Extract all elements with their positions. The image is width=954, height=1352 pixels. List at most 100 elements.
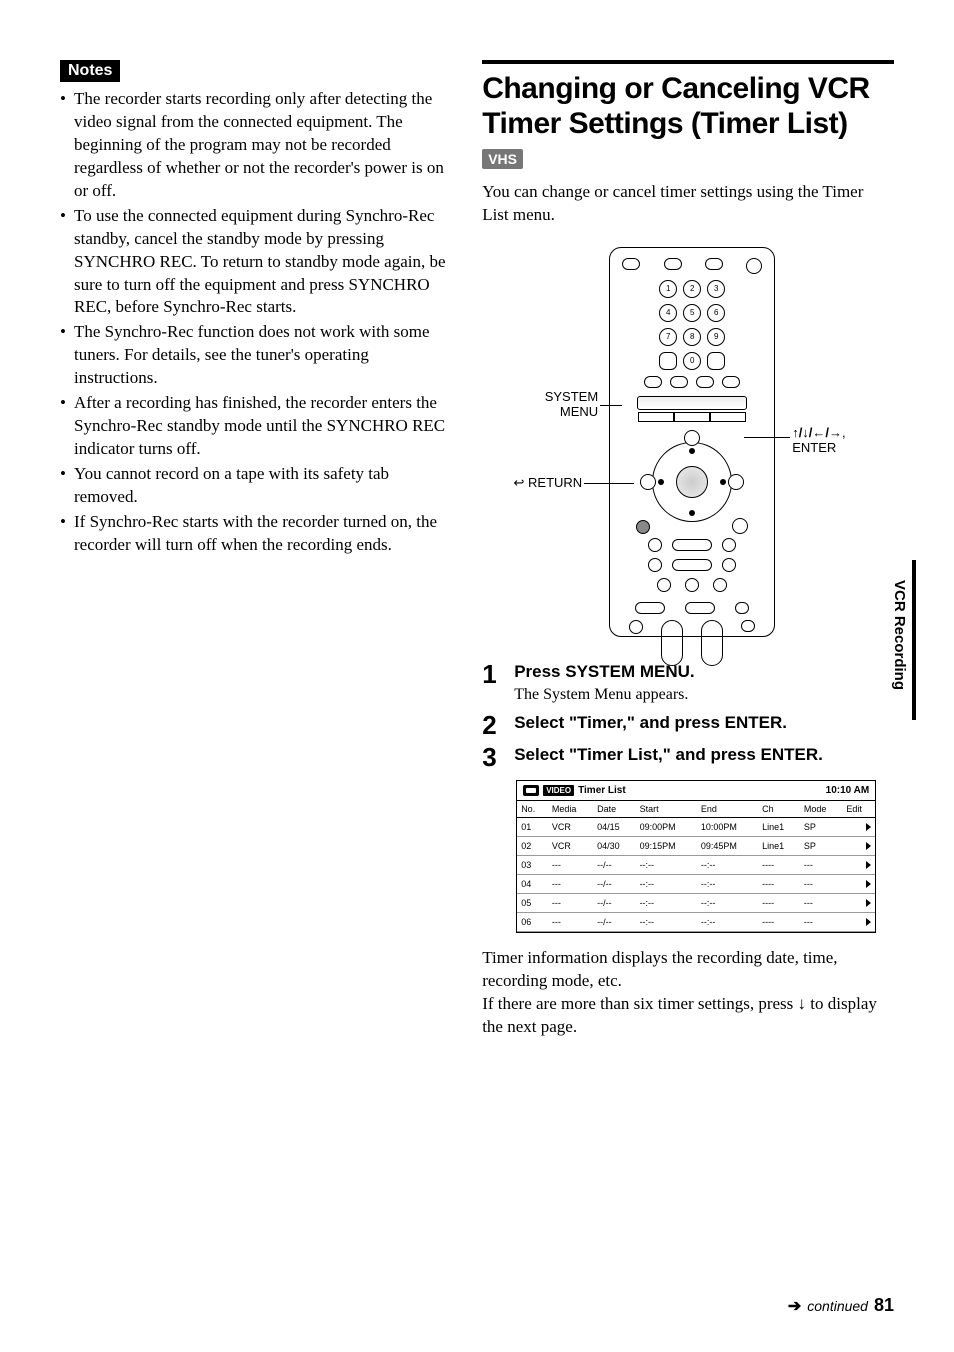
- power-icon: [746, 258, 762, 274]
- table-cell: ----: [758, 912, 800, 931]
- table-cell: ----: [758, 855, 800, 874]
- table-cell: SP: [800, 817, 842, 836]
- remote-number-button: [659, 352, 677, 370]
- table-cell: SP: [800, 836, 842, 855]
- down-arrow-icon: ↓: [798, 994, 807, 1013]
- vhs-badge: VHS: [482, 149, 523, 169]
- table-row: 06-----/----:----:---------: [517, 912, 875, 931]
- system-menu-button: [637, 396, 747, 410]
- table-cell: --:--: [697, 912, 758, 931]
- arrow-icons: ↑/↓/←/→: [792, 425, 842, 440]
- volume-rocker: [661, 620, 683, 666]
- channel-rocker: [701, 620, 723, 666]
- table-cell: Line1: [758, 836, 800, 855]
- remote-tab-button: [710, 412, 746, 422]
- remote-small-button: [741, 620, 755, 632]
- dpad-side-button: [728, 474, 744, 490]
- table-cell: ---: [548, 874, 593, 893]
- edit-cell: [842, 836, 875, 855]
- remote-small-button: [635, 602, 665, 614]
- chevron-right-icon: [866, 880, 871, 888]
- remote-small-button: [722, 538, 736, 552]
- table-cell: 09:45PM: [697, 836, 758, 855]
- table-cell: 05: [517, 893, 548, 912]
- remote-number-button: 6: [707, 304, 725, 322]
- remote-pill-button: [672, 559, 712, 571]
- table-cell: 01: [517, 817, 548, 836]
- remote-small-button: [670, 376, 688, 388]
- col-mode: Mode: [800, 800, 842, 817]
- chevron-right-icon: [866, 918, 871, 926]
- remote-number-button: 0: [683, 352, 701, 370]
- table-cell: ---: [800, 855, 842, 874]
- edit-cell: [842, 893, 875, 912]
- table-cell: ---: [548, 912, 593, 931]
- note-item: The Synchro-Rec function does not work w…: [60, 321, 452, 390]
- callout-enter-label: ENTER: [792, 440, 836, 455]
- remote-number-button: 2: [683, 280, 701, 298]
- remote-small-button: [722, 376, 740, 388]
- table-cell: Line1: [758, 817, 800, 836]
- remote-number-button: 3: [707, 280, 725, 298]
- edit-cell: [842, 817, 875, 836]
- table-header-row: No. Media Date Start End Ch Mode Edit: [517, 800, 875, 817]
- remote-top-button: [705, 258, 723, 270]
- table-row: 05-----/----:----:---------: [517, 893, 875, 912]
- remote-number-button: 8: [683, 328, 701, 346]
- table-cell: 10:00PM: [697, 817, 758, 836]
- timer-list-window: VIDEO Timer List 10:10 AM No. Media Date…: [516, 780, 876, 933]
- video-badge: VIDEO: [543, 785, 574, 796]
- remote-small-button: [696, 376, 714, 388]
- dpad-corner-button: [732, 518, 748, 534]
- remote-number-button: 1: [659, 280, 677, 298]
- remote-number-button: 5: [683, 304, 701, 322]
- table-cell: ----: [758, 874, 800, 893]
- note-item: To use the connected equipment during Sy…: [60, 205, 452, 320]
- note-item: You cannot record on a tape with its saf…: [60, 463, 452, 509]
- col-ch: Ch: [758, 800, 800, 817]
- remote-small-button: [648, 538, 662, 552]
- table-cell: --/--: [593, 855, 635, 874]
- chevron-right-icon: [866, 899, 871, 907]
- tape-icon: [523, 785, 539, 796]
- steps-list: 1 Press SYSTEM MENU. The System Menu app…: [482, 661, 894, 770]
- table-cell: 04/30: [593, 836, 635, 855]
- callout-line: [584, 483, 634, 484]
- table-cell: ---: [800, 912, 842, 931]
- dpad-side-button: [640, 474, 656, 490]
- note-item: After a recording has finished, the reco…: [60, 392, 452, 461]
- remote-top-button: [622, 258, 640, 270]
- table-cell: --:--: [636, 855, 697, 874]
- table-cell: --:--: [636, 912, 697, 931]
- remote-illustration: 1 2 3 4 5 6 7 8 9 0: [482, 247, 894, 647]
- table-cell: VCR: [548, 836, 593, 855]
- callout-return: ↩ RETURN: [492, 475, 582, 491]
- remote-small-button: [685, 578, 699, 592]
- edit-cell: [842, 874, 875, 893]
- table-cell: ----: [758, 893, 800, 912]
- remote-small-button: [644, 376, 662, 388]
- table-cell: --/--: [593, 912, 635, 931]
- step-description: The System Menu appears.: [514, 685, 894, 706]
- remote-small-button: [657, 578, 671, 592]
- notes-badge: Notes: [60, 60, 120, 82]
- remote-small-button: [685, 602, 715, 614]
- side-tab-label: VCR Recording: [891, 580, 908, 690]
- main-column: Changing or Canceling VCR Timer Settings…: [482, 60, 894, 1039]
- table-cell: 04/15: [593, 817, 635, 836]
- continued-arrow-icon: ➔: [788, 1296, 801, 1316]
- table-cell: --:--: [636, 874, 697, 893]
- table-row: 01VCR04/1509:00PM10:00PMLine1SP: [517, 817, 875, 836]
- section-rule: [482, 60, 894, 64]
- table-cell: --:--: [697, 874, 758, 893]
- remote-outline: 1 2 3 4 5 6 7 8 9 0: [609, 247, 775, 637]
- remote-number-button: 9: [707, 328, 725, 346]
- step-number: 2: [482, 712, 504, 738]
- table-cell: --:--: [697, 855, 758, 874]
- col-no: No.: [517, 800, 548, 817]
- section-title: Changing or Canceling VCR Timer Settings…: [482, 72, 894, 141]
- remote-pill-button: [672, 539, 712, 551]
- table-cell: ---: [800, 893, 842, 912]
- chevron-right-icon: [866, 861, 871, 869]
- notes-list: The recorder starts recording only after…: [60, 88, 452, 557]
